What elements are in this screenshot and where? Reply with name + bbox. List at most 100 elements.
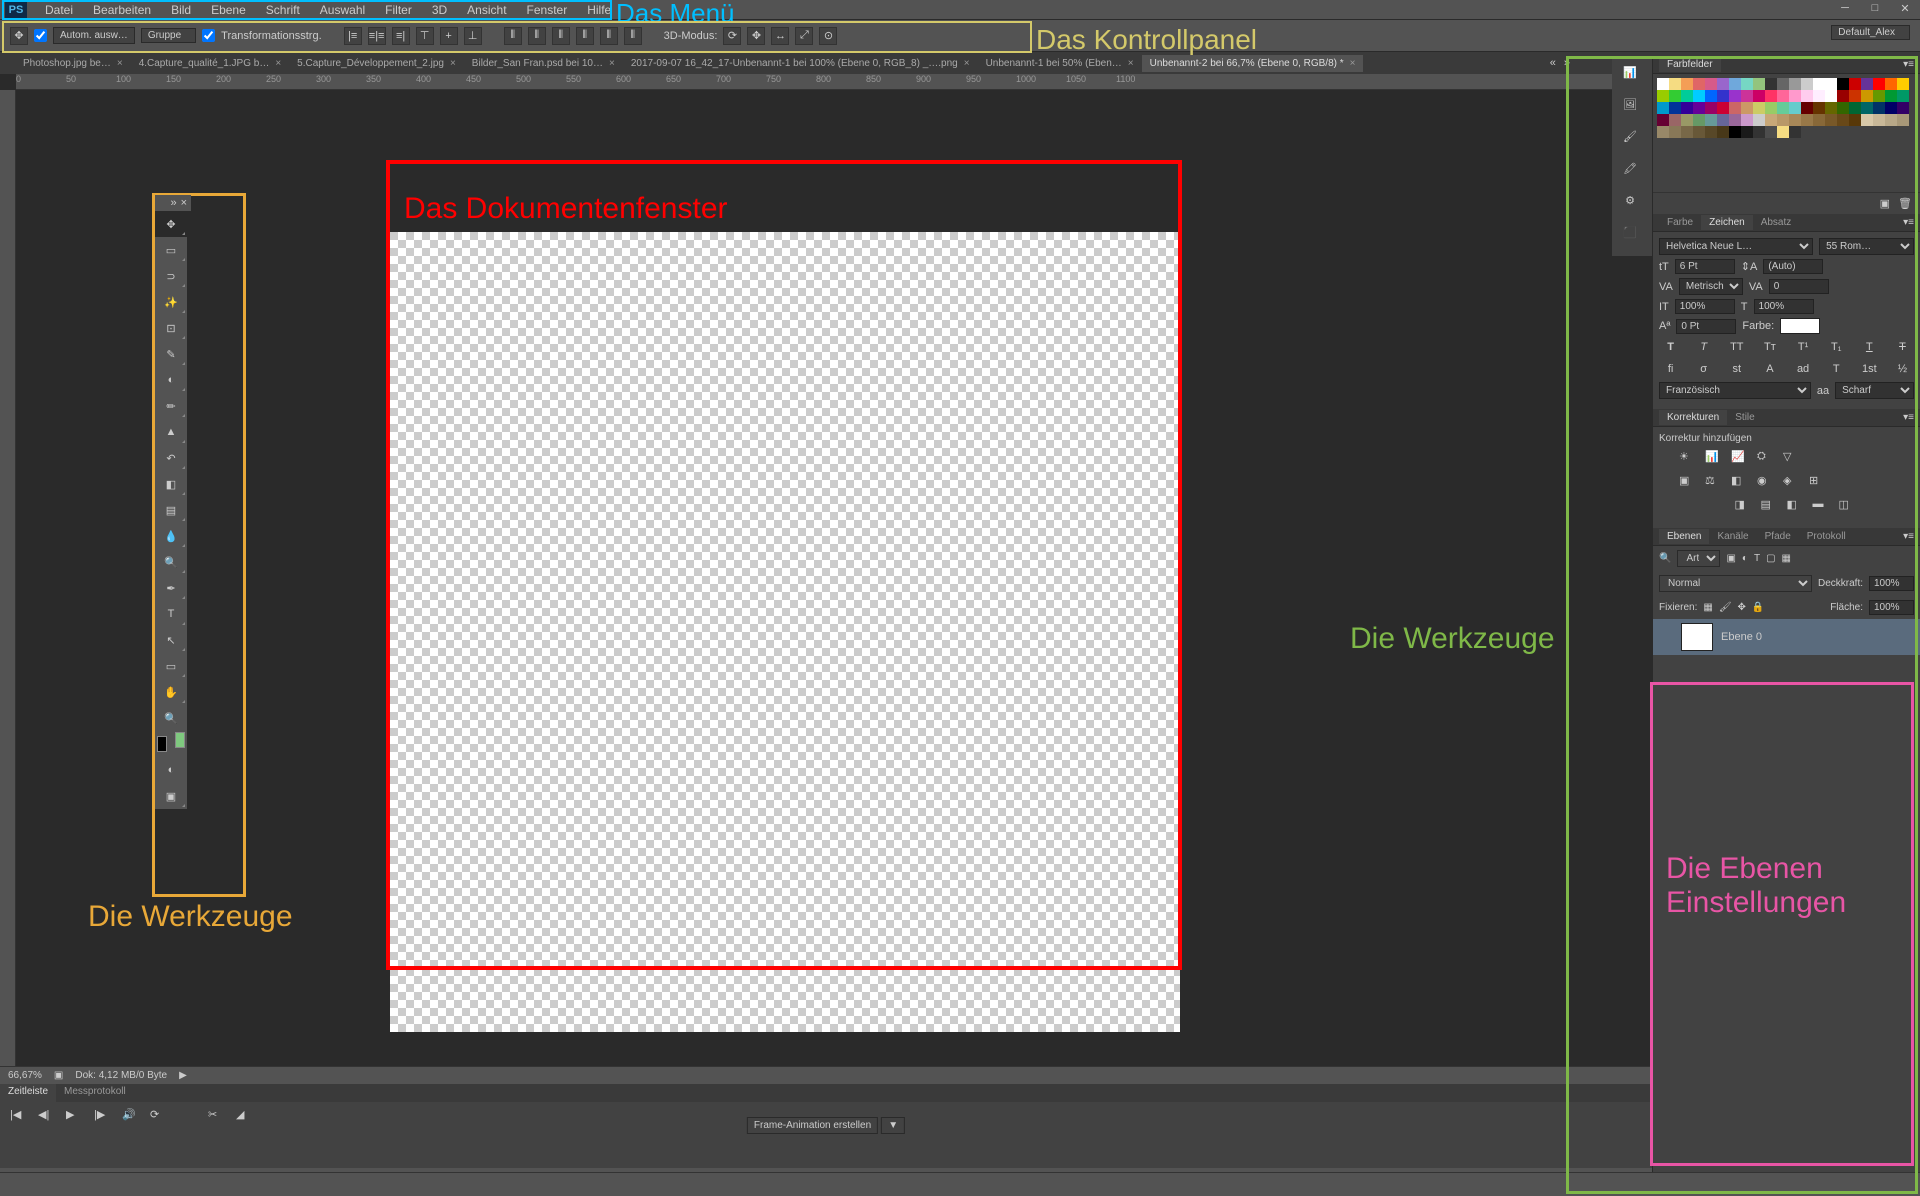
menu-bearbeiten[interactable]: Bearbeiten: [83, 1, 161, 19]
korrekturen-tab[interactable]: Korrekturen: [1659, 410, 1727, 425]
swatch[interactable]: [1789, 90, 1801, 102]
swatch[interactable]: [1897, 114, 1909, 126]
doc-tab[interactable]: 4.Capture_qualité_1.JPG b…×: [131, 55, 289, 72]
stile-tab[interactable]: Stile: [1727, 410, 1762, 425]
toolpreset-panel-icon[interactable]: ⚙: [1612, 184, 1648, 216]
swatch[interactable]: [1813, 90, 1825, 102]
ligature-button[interactable]: fi: [1661, 360, 1681, 378]
leading-input[interactable]: [1763, 259, 1823, 274]
move-tool-indicator[interactable]: ✥: [10, 27, 28, 45]
lasso-tool[interactable]: ⊃: [155, 263, 187, 289]
filter-shape-icon[interactable]: ▢: [1766, 553, 1775, 564]
gradient-tool[interactable]: ▤: [155, 497, 187, 523]
blur-tool[interactable]: 💧: [155, 523, 187, 549]
next-frame-icon[interactable]: |▶: [94, 1108, 112, 1124]
doc-tab[interactable]: Bilder_San Fran.psd bei 10…×: [464, 55, 623, 72]
swatch[interactable]: [1741, 90, 1753, 102]
subscript-button[interactable]: T₁: [1826, 338, 1846, 356]
farbe-tab[interactable]: Farbe: [1659, 215, 1701, 230]
panel-menu-icon[interactable]: ▾≡: [1903, 59, 1914, 70]
close-icon[interactable]: ×: [1128, 58, 1134, 69]
align-hcenter-icon[interactable]: ≡|≡: [368, 27, 386, 45]
titling-button[interactable]: A: [1760, 360, 1780, 378]
close-icon[interactable]: ×: [1350, 58, 1356, 69]
minimize-button[interactable]: ─: [1835, 0, 1855, 16]
vibrance-icon[interactable]: ▽: [1783, 450, 1803, 468]
zoom-tool[interactable]: 🔍: [155, 705, 187, 731]
swatch[interactable]: [1873, 78, 1885, 90]
font-weight-select[interactable]: 55 Rom…: [1819, 238, 1914, 255]
swatch[interactable]: [1693, 90, 1705, 102]
panel-menu-icon[interactable]: ▾≡: [1903, 217, 1914, 228]
path-select-tool[interactable]: ↖: [155, 627, 187, 653]
swatch[interactable]: [1861, 114, 1873, 126]
color-swatches[interactable]: [155, 731, 187, 757]
align-left-icon[interactable]: |≡: [344, 27, 362, 45]
search-icon[interactable]: 🔍: [1659, 553, 1671, 564]
align-right-icon[interactable]: ≡|: [392, 27, 410, 45]
close-icon[interactable]: ×: [964, 58, 970, 69]
hand-tool[interactable]: ✋: [155, 679, 187, 705]
swatch[interactable]: [1765, 102, 1777, 114]
swatch[interactable]: [1765, 126, 1777, 138]
menu-3d[interactable]: 3D: [422, 1, 457, 19]
menu-hilfe[interactable]: Hilfe: [577, 1, 621, 19]
frame-animation-dropdown[interactable]: ▼: [881, 1117, 905, 1134]
swatch[interactable]: [1681, 78, 1693, 90]
swatch[interactable]: [1669, 102, 1681, 114]
swatch[interactable]: [1657, 126, 1669, 138]
kanaele-tab[interactable]: Kanäle: [1709, 529, 1756, 544]
close-icon[interactable]: ×: [609, 58, 615, 69]
brush-panel-icon[interactable]: 🖌: [1612, 120, 1648, 152]
swatch[interactable]: [1681, 126, 1693, 138]
swatch[interactable]: [1741, 78, 1753, 90]
ruler-vertical[interactable]: [0, 90, 16, 1168]
maximize-button[interactable]: □: [1865, 0, 1885, 16]
allcaps-button[interactable]: TT: [1727, 338, 1747, 356]
threshold-icon[interactable]: ◧: [1787, 498, 1807, 516]
swatch[interactable]: [1729, 90, 1741, 102]
levels-icon[interactable]: 📊: [1705, 450, 1725, 468]
swatch[interactable]: [1717, 114, 1729, 126]
messprotokoll-tab[interactable]: Messprotokoll: [56, 1084, 134, 1102]
heal-tool[interactable]: ◐: [155, 367, 187, 393]
swatch[interactable]: [1729, 102, 1741, 114]
prev-frame-icon[interactable]: ◀|: [38, 1108, 56, 1124]
3d-pan-icon[interactable]: ✥: [747, 27, 765, 45]
close-button[interactable]: ✕: [1895, 0, 1915, 16]
font-size-input[interactable]: [1675, 259, 1735, 274]
oldstyle-button[interactable]: σ: [1694, 360, 1714, 378]
blend-mode-select[interactable]: Normal: [1659, 575, 1812, 592]
doc-tab[interactable]: 5.Capture_Développement_2.jpg×: [289, 55, 464, 72]
hscale-input[interactable]: [1754, 299, 1814, 314]
baseline-input[interactable]: [1676, 319, 1736, 334]
bw-icon[interactable]: ◧: [1731, 474, 1751, 492]
foreground-color[interactable]: [157, 736, 167, 752]
screenmode-tool[interactable]: ▣: [155, 783, 187, 809]
layer-row[interactable]: Ebene 0: [1653, 619, 1920, 655]
swatch[interactable]: [1801, 114, 1813, 126]
stylistic-button[interactable]: st: [1727, 360, 1747, 378]
close-icon[interactable]: ×: [117, 58, 123, 69]
swatch[interactable]: [1777, 78, 1789, 90]
swatch[interactable]: [1765, 114, 1777, 126]
swatch[interactable]: [1861, 78, 1873, 90]
swatch[interactable]: [1837, 90, 1849, 102]
quickmask-tool[interactable]: ◐: [155, 757, 187, 783]
menu-ansicht[interactable]: Ansicht: [457, 1, 516, 19]
swatch[interactable]: [1885, 102, 1897, 114]
hue-icon[interactable]: ▣: [1679, 474, 1699, 492]
swatch[interactable]: [1753, 78, 1765, 90]
magic-wand-tool[interactable]: ✨: [155, 289, 187, 315]
swatch[interactable]: [1789, 126, 1801, 138]
swatch[interactable]: [1717, 126, 1729, 138]
create-frame-animation-button[interactable]: Frame-Animation erstellen: [747, 1117, 878, 1134]
colorlookup-icon[interactable]: ⊞: [1809, 474, 1829, 492]
transition-icon[interactable]: ◢: [236, 1108, 254, 1124]
fractions-button[interactable]: 1st: [1859, 360, 1879, 378]
transform-checkbox[interactable]: [202, 29, 215, 42]
swatch[interactable]: [1789, 102, 1801, 114]
distribute-icon[interactable]: ⫴: [504, 27, 522, 45]
filter-pixel-icon[interactable]: ▣: [1726, 553, 1735, 564]
gradientmap-icon[interactable]: ▬: [1813, 498, 1833, 516]
